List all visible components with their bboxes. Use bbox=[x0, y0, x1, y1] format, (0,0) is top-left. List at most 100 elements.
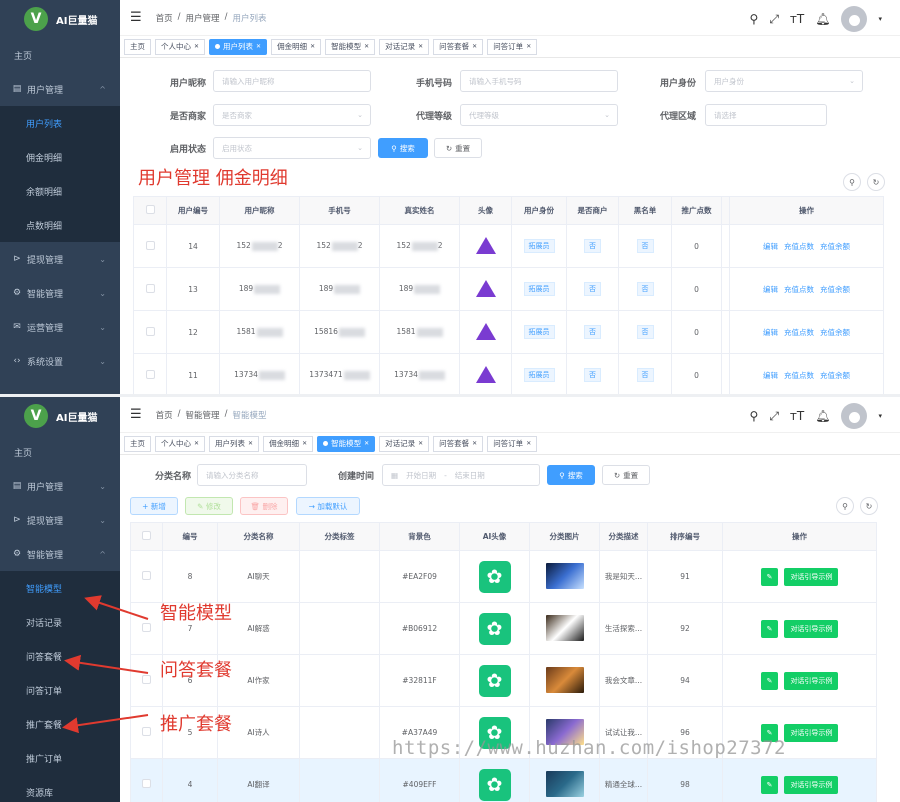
row-checkbox[interactable] bbox=[145, 283, 155, 293]
caret-down-icon[interactable]: ▾ bbox=[878, 412, 882, 420]
sidebar-item[interactable]: 用户列表 bbox=[0, 106, 120, 140]
delete-button[interactable]: 🗑︎ 删除 bbox=[240, 497, 288, 515]
row-checkbox[interactable] bbox=[145, 240, 155, 250]
search-toggle-icon[interactable]: ⚲ bbox=[836, 497, 854, 515]
search-toggle-icon[interactable]: ⚲ bbox=[843, 173, 861, 191]
edit-button[interactable]: ✎ bbox=[760, 567, 779, 586]
recharge-points-link[interactable]: 充值点数 bbox=[784, 371, 814, 380]
tag-item[interactable]: 问答订单 ✕ bbox=[487, 38, 538, 55]
recharge-balance-link[interactable]: 充值余额 bbox=[820, 371, 850, 380]
agent-level-select[interactable]: 代理等级 ⌄ bbox=[460, 104, 618, 126]
close-icon[interactable]: ✕ bbox=[526, 440, 531, 447]
tag-item[interactable]: 个人中心 ✕ bbox=[155, 435, 206, 452]
close-icon[interactable]: ✕ bbox=[418, 440, 423, 447]
tag-item[interactable]: 个人中心 ✕ bbox=[155, 38, 206, 55]
category-name-input[interactable]: 请输入分类名称 bbox=[197, 464, 307, 486]
close-icon[interactable]: ✕ bbox=[194, 43, 199, 50]
close-icon[interactable]: ✕ bbox=[364, 43, 369, 50]
sidebar-item[interactable]: 主页 bbox=[0, 435, 120, 469]
recharge-balance-link[interactable]: 充值余额 bbox=[820, 285, 850, 294]
tag-item[interactable]: 对话记录 ✕ bbox=[379, 435, 430, 452]
breadcrumb-home[interactable]: 首页 bbox=[156, 409, 173, 421]
hamburger-icon[interactable]: ☰ bbox=[130, 10, 142, 25]
close-icon[interactable]: ✕ bbox=[526, 43, 531, 50]
close-icon[interactable]: ✕ bbox=[310, 43, 315, 50]
sidebar-item[interactable]: ⊳ 提现管理 ⌄ bbox=[0, 242, 120, 276]
tag-item[interactable]: 主页 bbox=[124, 435, 151, 452]
refresh-icon[interactable]: ↻ bbox=[860, 497, 878, 515]
dialog-guide-button[interactable]: 对话引导示例 bbox=[784, 567, 839, 586]
edit-link[interactable]: 编辑 bbox=[763, 242, 778, 251]
recharge-balance-link[interactable]: 充值余额 bbox=[820, 328, 850, 337]
sidebar-item[interactable]: ▤ 用户管理 ^ bbox=[0, 72, 120, 106]
reset-button[interactable]: ↻ 重置 bbox=[434, 138, 482, 158]
edit-link[interactable]: 编辑 bbox=[763, 371, 778, 380]
sidebar-item[interactable]: 推广订单 bbox=[0, 741, 120, 775]
tag-item[interactable]: 用户列表 ✕ bbox=[209, 435, 260, 452]
select-all-checkbox[interactable] bbox=[145, 205, 155, 214]
identity-select[interactable]: 用户身份 ⌄ bbox=[705, 70, 863, 92]
close-icon[interactable]: ✕ bbox=[418, 43, 423, 50]
breadcrumb-home[interactable]: 首页 bbox=[156, 12, 173, 24]
row-checkbox[interactable] bbox=[142, 571, 151, 580]
close-icon[interactable]: ✕ bbox=[472, 43, 477, 50]
fullscreen-icon[interactable]: ⤢ bbox=[769, 12, 779, 27]
recharge-points-link[interactable]: 充值点数 bbox=[784, 328, 814, 337]
logo[interactable]: V AI巨量猫 bbox=[0, 0, 120, 38]
avatar[interactable] bbox=[841, 403, 868, 429]
bell-icon[interactable]: 🔔︎ bbox=[815, 12, 830, 26]
search-button[interactable]: ⚲ 搜索 bbox=[547, 465, 595, 485]
sidebar-item[interactable]: ▤ 用户管理 ⌄ bbox=[0, 469, 120, 503]
sidebar-item[interactable]: 余额明细 bbox=[0, 174, 120, 208]
reset-button[interactable]: ↻ 重置 bbox=[602, 465, 650, 485]
close-icon[interactable]: ✕ bbox=[194, 440, 199, 447]
sidebar-item[interactable]: ⚙ 智能管理 ⌄ bbox=[0, 276, 120, 310]
sidebar-item[interactable]: 资源库 bbox=[0, 775, 120, 802]
avatar[interactable] bbox=[841, 6, 868, 32]
breadcrumb-ai-mgmt[interactable]: 智能管理 bbox=[186, 409, 220, 421]
row-checkbox[interactable] bbox=[142, 779, 151, 788]
sidebar-item[interactable]: 佣金明细 bbox=[0, 140, 120, 174]
load-default-button[interactable]: → 加载默认 bbox=[296, 497, 360, 515]
search-button[interactable]: ⚲ 搜索 bbox=[378, 138, 428, 158]
tag-item[interactable]: 对话记录 ✕ bbox=[379, 38, 430, 55]
fullscreen-icon[interactable]: ⤢ bbox=[769, 409, 779, 424]
sidebar-item[interactable]: ⊳ 提现管理 ⌄ bbox=[0, 503, 120, 537]
edit-button[interactable]: ✎ bbox=[760, 775, 779, 794]
dialog-guide-button[interactable]: 对话引导示例 bbox=[784, 775, 839, 794]
phone-input[interactable]: 请输入手机号码 bbox=[460, 70, 618, 92]
refresh-icon[interactable]: ↻ bbox=[867, 173, 885, 191]
tag-item[interactable]: 智能模型 ✕ bbox=[325, 38, 376, 55]
close-icon[interactable]: ✕ bbox=[256, 43, 261, 50]
font-size-icon[interactable]: ᴛT bbox=[790, 409, 804, 423]
font-size-icon[interactable]: ᴛT bbox=[790, 12, 804, 26]
tag-item[interactable]: 主页 bbox=[124, 38, 151, 55]
tag-item[interactable]: 问答套餐 ✕ bbox=[433, 38, 484, 55]
end-date[interactable]: 结束日期 bbox=[455, 470, 485, 481]
search-icon[interactable]: ⚲ bbox=[750, 409, 759, 423]
logo[interactable]: V AI巨量猫 bbox=[0, 397, 120, 435]
sidebar-item[interactable]: ⚙ 智能管理 ^ bbox=[0, 537, 120, 571]
nickname-input[interactable]: 请输入用户昵称 bbox=[213, 70, 371, 92]
agent-area-select[interactable]: 请选择 bbox=[705, 104, 827, 126]
date-range-picker[interactable]: ▦ 开始日期 - 结束日期 bbox=[382, 464, 540, 486]
row-checkbox[interactable] bbox=[145, 326, 155, 336]
recharge-balance-link[interactable]: 充值余额 bbox=[820, 242, 850, 251]
close-icon[interactable]: ✕ bbox=[248, 440, 253, 447]
tag-item[interactable]: 问答套餐 ✕ bbox=[433, 435, 484, 452]
breadcrumb-user-mgmt[interactable]: 用户管理 bbox=[186, 12, 220, 24]
sidebar-item[interactable]: ‹› 系统设置 ⌄ bbox=[0, 344, 120, 378]
caret-down-icon[interactable]: ▾ bbox=[878, 15, 882, 23]
dialog-guide-button[interactable]: 对话引导示例 bbox=[784, 671, 839, 690]
close-icon[interactable]: ✕ bbox=[472, 440, 477, 447]
edit-button[interactable]: ✎ bbox=[760, 619, 779, 638]
edit-link[interactable]: 编辑 bbox=[763, 328, 778, 337]
tag-item[interactable]: 佣金明细 ✕ bbox=[263, 435, 314, 452]
merchant-select[interactable]: 是否商家 ⌄ bbox=[213, 104, 371, 126]
dialog-guide-button[interactable]: 对话引导示例 bbox=[784, 723, 839, 742]
start-date[interactable]: 开始日期 bbox=[406, 470, 436, 481]
tag-item[interactable]: 问答订单 ✕ bbox=[487, 435, 538, 452]
bell-icon[interactable]: 🔔︎ bbox=[815, 409, 830, 423]
recharge-points-link[interactable]: 充值点数 bbox=[784, 242, 814, 251]
sidebar-item[interactable]: 主页 bbox=[0, 38, 120, 72]
